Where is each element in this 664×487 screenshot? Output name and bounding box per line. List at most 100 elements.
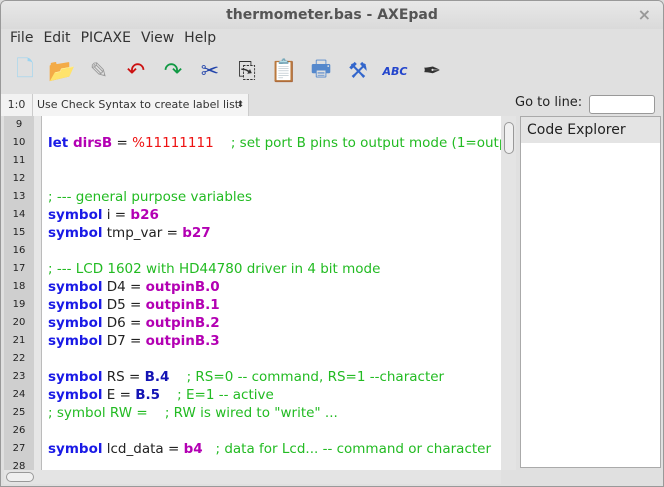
code-line: 17 ; --- LCD 1602 with HD44780 driver in … <box>4 260 501 278</box>
code-line: 13 ; --- general purpose variables <box>4 188 501 206</box>
line-number: 28 <box>12 461 26 470</box>
token-kw: let <box>48 135 73 151</box>
line-number: 12 <box>12 173 26 184</box>
line-number: 11 <box>12 155 26 166</box>
code-line: 16 <box>4 242 501 260</box>
code-text: symbol RS = B.4 ; RS=0 -- command, RS=1 … <box>48 368 444 386</box>
code-line: 25 ; symbol RW = ; RW is wired to "write"… <box>4 404 501 422</box>
code-text: symbol D4 = outpinB.0 <box>48 278 220 296</box>
app-window: thermometer.bas - AXEpad × File Edit PICAX… <box>0 0 664 487</box>
token-cst: B.4 <box>144 369 170 385</box>
token-pl: = <box>112 135 133 151</box>
line-number: 15 <box>12 227 26 238</box>
token-var: outpinB.2 <box>145 315 220 331</box>
token-kw: symbol <box>48 333 103 349</box>
code-line: 9 <box>4 116 501 134</box>
redo-icon[interactable]: ↷ <box>157 55 189 87</box>
line-number: 10 <box>12 137 26 148</box>
line-number: 23 <box>12 371 26 382</box>
token-pl: i = <box>102 207 131 223</box>
line-number: 21 <box>12 335 26 346</box>
token-cm: ; --- LCD 1602 with HD44780 driver in 4 … <box>48 261 381 277</box>
menu-file[interactable]: File <box>1 28 38 50</box>
token-kw: symbol <box>48 441 103 457</box>
code-text: ; --- general purpose variables <box>48 188 252 206</box>
status-row: 1:0 Use Check Syntax to create label lis… <box>1 94 663 116</box>
code-line: 12 <box>4 170 501 188</box>
code-line: 28 <box>4 458 501 470</box>
cursor-position: 1:0 <box>1 94 33 116</box>
menu-help[interactable]: Help <box>179 28 221 50</box>
code-text: symbol tmp_var = b27 <box>48 224 211 242</box>
token-var: b26 <box>130 207 159 223</box>
vertical-scroll-thumb[interactable] <box>504 122 514 154</box>
token-pl: D7 = <box>102 333 146 349</box>
line-number: 26 <box>12 425 26 436</box>
code-line: 20 symbol D6 = outpinB.2 <box>4 314 501 332</box>
code-line: 21 symbol D7 = outpinB.3 <box>4 332 501 350</box>
menu-edit[interactable]: Edit <box>38 28 75 50</box>
code-editor[interactable]: 9 10 let dirsB = %11111111 ; set port B pi… <box>4 116 501 470</box>
new-file-icon[interactable]: 🗋 <box>9 55 41 87</box>
menu-view[interactable]: View <box>136 28 179 50</box>
code-line: 27 symbol lcd_data = b4 ; data for Lcd...… <box>4 440 501 458</box>
undo-icon[interactable]: ↶ <box>120 55 152 87</box>
token-cm: ; symbol RW = ; RW is wired to "write" .… <box>48 405 338 421</box>
goto-line-label: Go to line: <box>515 95 583 110</box>
token-kw: symbol <box>48 369 103 385</box>
code-line: 19 symbol D5 = outpinB.1 <box>4 296 501 314</box>
close-icon[interactable]: × <box>638 1 651 29</box>
token-kw: symbol <box>48 315 103 331</box>
label-list-dropdown[interactable]: Use Check Syntax to create label list ⬍ <box>33 94 249 116</box>
line-number: 27 <box>12 443 26 454</box>
pen-icon[interactable]: ✒ <box>416 55 448 87</box>
copy-icon[interactable]: ⎘ <box>231 55 263 87</box>
code-line: 14 symbol i = b26 <box>4 206 501 224</box>
print-icon[interactable]: 🖶 <box>305 55 337 87</box>
code-line: 15 symbol tmp_var = b27 <box>4 224 501 242</box>
spell-check-icon[interactable]: ABC <box>379 55 411 87</box>
token-cm: ; RS=0 -- command, RS=1 --character <box>169 369 445 385</box>
label-list-text: Use Check Syntax to create label list <box>37 98 240 111</box>
title-bar: thermometer.bas - AXEpad × <box>1 1 663 29</box>
menu-picaxe[interactable]: PICAXE <box>76 28 136 50</box>
open-folder-icon[interactable]: 📂 <box>46 55 78 87</box>
token-pl: RS = <box>102 369 145 385</box>
token-pl: lcd_data = <box>102 441 184 457</box>
line-number: 22 <box>12 353 26 364</box>
paste-icon[interactable]: 📋 <box>268 55 300 87</box>
line-number: 24 <box>12 389 26 400</box>
line-number: 14 <box>12 209 26 220</box>
token-pl: D6 = <box>102 315 146 331</box>
token-cm: ; --- general purpose variables <box>48 189 252 205</box>
code-line: 10 let dirsB = %11111111 ; set port B pin… <box>4 134 501 152</box>
vertical-scrollbar[interactable] <box>501 116 516 470</box>
line-number: 18 <box>12 281 26 292</box>
line-number: 16 <box>12 245 26 256</box>
token-kw: symbol <box>48 387 103 403</box>
code-text: symbol D6 = outpinB.2 <box>48 314 220 332</box>
line-number: 17 <box>12 263 26 274</box>
token-var: dirsB <box>72 135 113 151</box>
line-number: 25 <box>12 407 26 418</box>
code-text: ; symbol RW = ; RW is wired to "write" .… <box>48 404 338 422</box>
token-pl: tmp_var = <box>102 225 183 241</box>
code-line: 22 <box>4 350 501 368</box>
code-text: symbol i = b26 <box>48 206 159 224</box>
window-title: thermometer.bas - AXEpad <box>226 7 438 23</box>
usb-download-icon[interactable]: ✎ <box>83 55 115 87</box>
horizontal-scrollbar[interactable] <box>4 470 501 484</box>
options-icon[interactable]: ⚒ <box>342 55 374 87</box>
cut-icon[interactable]: ✂ <box>194 55 226 87</box>
token-var: outpinB.3 <box>145 333 220 349</box>
token-pl: D5 = <box>102 297 146 313</box>
token-kw: symbol <box>48 279 103 295</box>
code-text: ; --- LCD 1602 with HD44780 driver in 4 … <box>48 260 380 278</box>
horizontal-scroll-thumb[interactable] <box>6 472 34 482</box>
goto-line-input[interactable] <box>589 95 655 114</box>
code-text: symbol E = B.5 ; E=1 -- active <box>48 386 274 404</box>
token-var: outpinB.0 <box>145 279 220 295</box>
token-num: %11111111 <box>132 135 214 151</box>
updown-arrow-icon: ⬍ <box>236 100 244 110</box>
line-number: 20 <box>12 317 26 328</box>
